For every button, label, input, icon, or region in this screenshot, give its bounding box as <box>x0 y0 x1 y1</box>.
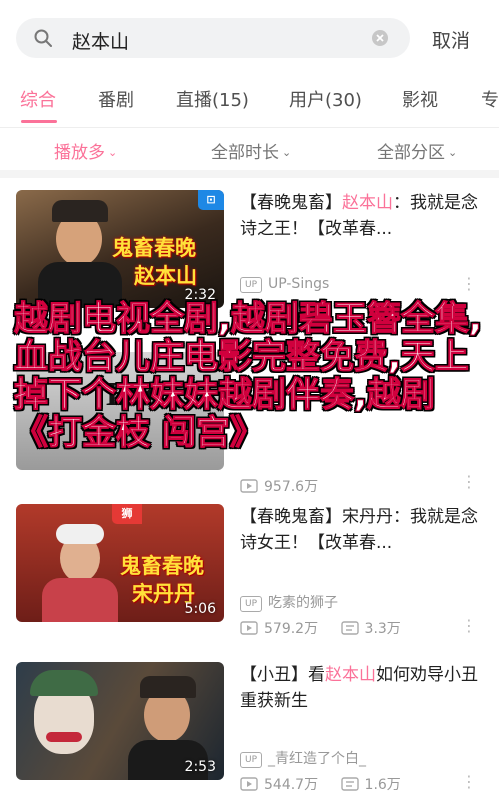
video-thumbnail[interactable]: 鬼畜春晚 宋丹丹 狮 5:06 <box>16 504 224 622</box>
danmaku-icon <box>340 777 359 791</box>
video-card[interactable]: 鬼畜春晚 宋丹丹 狮 5:06 【春晚鬼畜】宋丹丹：我就是念诗女王！【改革春..… <box>0 492 499 654</box>
more-options-icon[interactable]: ⋮ <box>461 772 477 791</box>
uploader-name: UP-Sings <box>268 276 330 292</box>
up-icon: UP <box>240 752 262 768</box>
play-count: 579.2万 <box>264 621 319 637</box>
thumbnail-body <box>42 578 118 622</box>
search-tabs: 综合 番剧 直播(15) 用户(30) 影视 专 <box>0 76 499 128</box>
video-title[interactable]: 【春晚鬼畜】宋丹丹：我就是念诗女王！【改革春... <box>240 504 480 556</box>
chevron-down-icon: ⌄ <box>282 146 292 159</box>
clear-icon[interactable] <box>371 29 389 47</box>
stats-row: 544.7万 1.6万 <box>240 774 401 791</box>
danmaku-count: 3.3万 <box>364 621 401 637</box>
overlay-caption: 越剧电视全剧,越剧碧玉簪全集,血战台儿庄电影完整免费,天上掉下个林妹妹越剧伴奏,… <box>14 299 483 453</box>
up-icon: UP <box>240 596 262 612</box>
chevron-down-icon: ⌄ <box>448 146 458 159</box>
more-options-icon[interactable]: ⋮ <box>461 472 477 491</box>
sort-filter-label: 播放多 <box>54 143 105 163</box>
thumbnail-hair <box>30 670 98 696</box>
category-filter[interactable]: 全部分区 ⌄ <box>377 138 457 163</box>
duration-filter[interactable]: 全部时长 ⌄ <box>211 138 291 163</box>
play-count-icon <box>240 777 258 791</box>
video-duration: 2:53 <box>184 759 216 775</box>
active-tab-indicator <box>21 120 57 123</box>
title-prefix: 【小丑】看 <box>240 665 325 685</box>
thumbnail-hat <box>52 200 108 222</box>
video-title[interactable]: 【小丑】看赵本山如何劝导小丑重获新生 <box>240 662 480 714</box>
danmaku-count: 1.6万 <box>364 777 401 791</box>
title-highlight: 赵本山 <box>342 193 393 213</box>
up-icon: UP <box>240 277 262 293</box>
uploader-row[interactable]: UP _青红造了个白_ <box>240 748 366 768</box>
tab-users[interactable]: 用户(30) <box>289 86 362 112</box>
thumbnail-mouth <box>46 732 82 742</box>
more-options-icon[interactable]: ⋮ <box>461 616 477 635</box>
tab-special[interactable]: 专 <box>481 86 499 112</box>
thumbnail-caption: 赵本山 <box>134 264 197 288</box>
cancel-button[interactable]: 取消 <box>432 26 470 53</box>
corner-tag: ⊡ <box>198 190 224 210</box>
divider <box>0 170 499 178</box>
title-prefix: 【春晚鬼畜】 <box>240 193 342 213</box>
sort-filter[interactable]: 播放多 ⌄ <box>54 138 117 163</box>
video-thumbnail[interactable]: 鬼畜春晚 赵本山 ⊡ 2:32 <box>16 190 224 308</box>
thumbnail-hat <box>56 524 104 544</box>
chevron-down-icon: ⌄ <box>108 146 118 159</box>
corner-tag: 狮 <box>112 504 142 524</box>
duration-filter-label: 全部时长 <box>211 143 279 163</box>
title-prefix: 【春晚鬼畜】 <box>240 507 342 527</box>
thumbnail-caption: 鬼畜春晚 <box>112 236 196 260</box>
play-count-icon <box>240 621 258 635</box>
tab-all[interactable]: 综合 <box>20 86 56 112</box>
search-query-text[interactable]: 赵本山 <box>72 27 129 54</box>
video-title[interactable]: 【春晚鬼畜】赵本山：我就是念诗之王！【改革春... <box>240 190 480 242</box>
uploader-row[interactable]: UP UP-Sings <box>240 276 329 293</box>
uploader-row[interactable]: UP 吃素的狮子 <box>240 592 338 612</box>
video-thumbnail[interactable]: 2:53 <box>16 662 224 780</box>
search-icon <box>34 29 52 47</box>
uploader-name: 吃素的狮子 <box>268 595 338 611</box>
thumbnail-hat <box>140 676 196 698</box>
title-highlight: 赵本山 <box>325 665 376 685</box>
video-duration: 5:06 <box>184 601 216 617</box>
thumbnail-caption: 鬼畜春晚 <box>120 554 204 578</box>
stats-row: 579.2万 3.3万 <box>240 618 401 638</box>
tab-live[interactable]: 直播(15) <box>176 86 249 112</box>
play-count: 544.7万 <box>264 777 319 791</box>
filter-bar: 播放多 ⌄ 全部时长 ⌄ 全部分区 ⌄ <box>0 128 499 170</box>
tab-film[interactable]: 影视 <box>402 86 438 112</box>
video-card[interactable]: 2:53 【小丑】看赵本山如何劝导小丑重获新生 UP _青红造了个白_ 544.7… <box>0 650 499 791</box>
danmaku-icon <box>340 621 359 635</box>
more-options-icon[interactable]: ⋮ <box>461 274 477 293</box>
category-filter-label: 全部分区 <box>377 143 445 163</box>
uploader-name: _青红造了个白_ <box>268 751 366 767</box>
play-count-icon <box>240 479 258 493</box>
search-header: 赵本山 取消 <box>0 0 499 76</box>
tab-bangumi[interactable]: 番剧 <box>98 86 134 112</box>
